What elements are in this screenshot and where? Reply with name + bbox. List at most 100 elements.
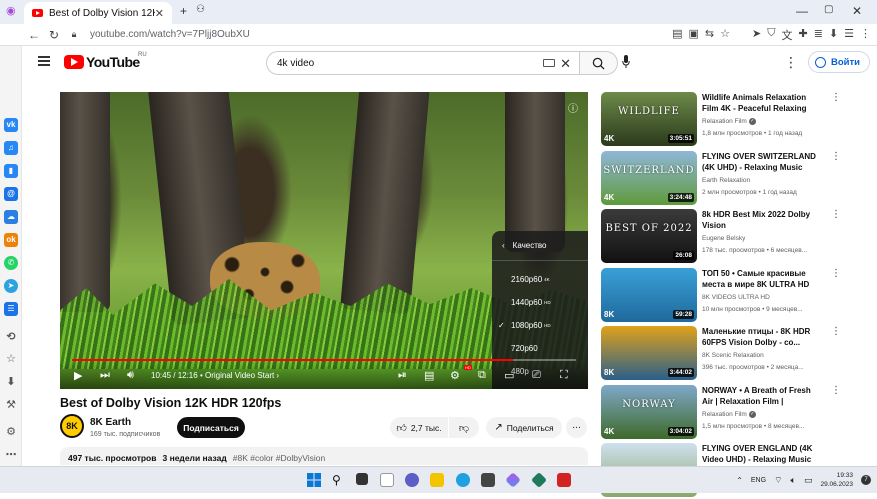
share-button[interactable]: ↗ Поделиться <box>486 417 562 438</box>
cast-icon[interactable]: ⎚ <box>532 369 541 382</box>
signin-button[interactable]: Войти <box>808 51 870 73</box>
quality-option[interactable]: 720p60 <box>492 337 588 360</box>
recommended-more-icon[interactable]: ⋮ <box>831 151 841 162</box>
screenshot-icon[interactable]: ▣ <box>689 27 699 43</box>
tray-chevron-icon[interactable]: ⌃ <box>736 476 743 485</box>
stats-icon[interactable]: ▮ <box>4 164 18 178</box>
ok-icon[interactable]: ok <box>4 233 18 247</box>
play-icon[interactable]: ▶ <box>74 369 82 382</box>
recommended-title[interactable]: Маленькие птицы - 8K HDR 60FPS Vision Do… <box>702 326 820 348</box>
recommended-video[interactable]: BEST OF 2022 26:08 8k HDR Best Mix 2022 Do… <box>601 209 871 265</box>
recommended-more-icon[interactable]: ⋮ <box>831 209 841 220</box>
search-button[interactable] <box>580 51 618 75</box>
microphone-icon[interactable] <box>622 55 630 69</box>
new-tab-icon[interactable]: + <box>180 4 187 18</box>
minimize-icon[interactable]: — <box>796 4 808 18</box>
store-icon[interactable] <box>481 473 495 487</box>
hamburger-menu-icon[interactable] <box>38 56 50 66</box>
bookmark-star-icon[interactable]: ☆ <box>720 27 730 43</box>
video-thumbnail[interactable]: NORWAY 4K 3:04:02 <box>601 384 697 439</box>
theater-mode-icon[interactable]: ▭ <box>504 369 514 382</box>
subscribe-button[interactable]: Подписаться <box>177 417 245 438</box>
dislike-button[interactable]: 👎︎ <box>449 417 479 438</box>
volume-icon[interactable]: 🔊︎ <box>127 369 134 382</box>
recommended-more-icon[interactable]: ⋮ <box>831 385 841 396</box>
clear-search-icon[interactable]: ✕ <box>560 56 571 72</box>
recommended-video[interactable]: WILDLIFE 4K 3:05:51 Wildlife Animals Relaxa… <box>601 92 871 148</box>
back-icon[interactable]: ← <box>24 28 44 42</box>
puzzle-icon[interactable]: ✚ <box>798 27 807 43</box>
recommended-channel[interactable]: Eugene Belsky <box>702 235 745 242</box>
recommended-title[interactable]: NORWAY • A Breath of Fresh Air | Relaxat… <box>702 385 820 407</box>
tools-icon[interactable]: ⚒ <box>4 398 18 412</box>
video-thumbnail[interactable]: 8K 3:44:02 <box>601 326 697 380</box>
video-player[interactable]: ⓘ ‹ Качество 2160p60 4K 1440p60 HD ✓ 1080p60 H… <box>60 92 588 389</box>
settings-dots-icon[interactable]: ⋮ <box>784 54 798 71</box>
recommended-more-icon[interactable]: ⋮ <box>831 268 841 279</box>
quality-option[interactable]: 1440p60 HD <box>492 291 588 314</box>
notes-icon[interactable]: ☰ <box>4 302 18 316</box>
recommended-more-icon[interactable]: ⋮ <box>831 92 841 103</box>
progress-bar[interactable] <box>72 359 576 361</box>
recommended-title[interactable]: ТОП 50 • Самые красивые места в мире 8K … <box>702 268 820 290</box>
recommended-channel[interactable]: 8K VIDEOS ULTRA HD <box>702 294 770 301</box>
tab-close-icon[interactable]: ✕ <box>155 7 164 20</box>
reading-list-icon[interactable]: ≣ <box>814 27 823 43</box>
notification-badge[interactable]: 7 <box>861 475 871 485</box>
info-icon[interactable]: ⓘ <box>568 100 578 115</box>
history-icon[interactable]: ⟲ <box>4 330 18 344</box>
task-view-icon[interactable] <box>356 473 368 485</box>
chat-icon[interactable] <box>405 473 419 487</box>
pdf-app-icon[interactable] <box>557 473 571 487</box>
collections-icon[interactable]: ☰ <box>844 27 854 43</box>
recommended-more-icon[interactable]: ⋮ <box>831 326 841 337</box>
language-indicator[interactable]: ENG <box>751 477 766 484</box>
hashtags[interactable]: #8K #color #DolbyVision <box>233 453 325 463</box>
recommended-title[interactable]: 8k HDR Best Mix 2022 Dolby Vision <box>702 209 820 231</box>
quality-menu-header[interactable]: ‹ Качество <box>492 231 588 261</box>
read-mode-icon[interactable]: ▤ <box>672 27 682 43</box>
video-thumbnail[interactable]: WILDLIFE 4K 3:05:51 <box>601 92 697 146</box>
shield-icon[interactable]: ⛉ <box>767 27 775 43</box>
translate-icon[interactable]: ⇆ <box>705 27 714 43</box>
lock-icon[interactable]: 🔒︎ <box>64 29 84 40</box>
recommended-video[interactable]: NORWAY 4K 3:04:02 NORWAY • A Breath of Fres… <box>601 384 871 441</box>
keyboard-icon[interactable] <box>543 59 555 67</box>
battery-icon[interactable]: ▭ <box>804 475 813 486</box>
recommended-video[interactable]: SWITZERLAND 4K 3:24:48 FLYING OVER SWITZERL… <box>601 150 871 207</box>
sidebar-settings-icon[interactable]: ⚙ <box>4 425 18 439</box>
browser-app-icon[interactable] <box>505 472 521 488</box>
url-field[interactable]: youtube.com/watch?v=7Pljj8OubXU <box>90 29 250 40</box>
clock[interactable]: 19:33 29.06.2023 <box>820 471 853 489</box>
search-input[interactable]: 4k video ✕ <box>266 51 580 75</box>
video-thumbnail[interactable]: 8K 59:28 <box>601 267 697 322</box>
music-icon[interactable]: ♫ <box>4 141 18 155</box>
youtube-logo[interactable]: YouTube RU <box>64 52 147 70</box>
video-thumbnail[interactable]: SWITZERLAND 4K 3:24:48 <box>601 150 697 205</box>
channel-name[interactable]: 8K Earth <box>90 417 131 428</box>
recommended-title[interactable]: Wildlife Animals Relaxation Film 4K - Pe… <box>702 92 820 114</box>
description-box[interactable]: 497 тыс. просмотров 3 недели назад #8K #… <box>60 447 588 465</box>
browser-tab[interactable]: Best of Dolby Vision 12K HDR ✕ <box>24 2 172 24</box>
recommended-video[interactable]: 8K 59:28 ТОП 50 • Самые красивые места в м… <box>601 267 871 324</box>
tab-search-icon[interactable]: ⚇ <box>196 4 205 15</box>
whatsapp-icon[interactable]: ✆ <box>4 256 18 270</box>
recommended-title[interactable]: FLYING OVER ENGLAND (4K Video UHD) - Rel… <box>702 443 820 465</box>
telegram-icon[interactable]: ➤ <box>4 279 18 293</box>
video-thumbnail[interactable]: BEST OF 2022 26:08 <box>601 209 697 263</box>
like-button[interactable]: 👍︎ 2,7 тыс. <box>390 417 448 438</box>
quality-option[interactable]: 2160p60 4K <box>492 268 588 291</box>
subtitles-icon[interactable]: ▤ <box>424 369 434 382</box>
channel-avatar[interactable]: 8K <box>60 414 84 438</box>
sidebar-downloads-icon[interactable]: ⬇ <box>4 375 18 389</box>
mail-icon[interactable]: @ <box>4 187 18 201</box>
recommended-channel[interactable]: Relaxation Film ✓ <box>702 118 756 125</box>
recommended-channel[interactable]: Relaxation Film ✓ <box>702 410 756 418</box>
app-icon[interactable] <box>531 472 547 488</box>
recommended-channel[interactable]: Earth Relaxation <box>702 177 750 184</box>
speaker-icon[interactable]: 🔈︎ <box>791 475 796 486</box>
next-icon[interactable]: ⏭ <box>100 369 110 382</box>
autoplay-icon[interactable]: ⏯ <box>398 369 407 382</box>
recommended-title[interactable]: FLYING OVER SWITZERLAND (4K UHD) - Relax… <box>702 151 820 173</box>
explorer-icon[interactable] <box>430 473 444 487</box>
